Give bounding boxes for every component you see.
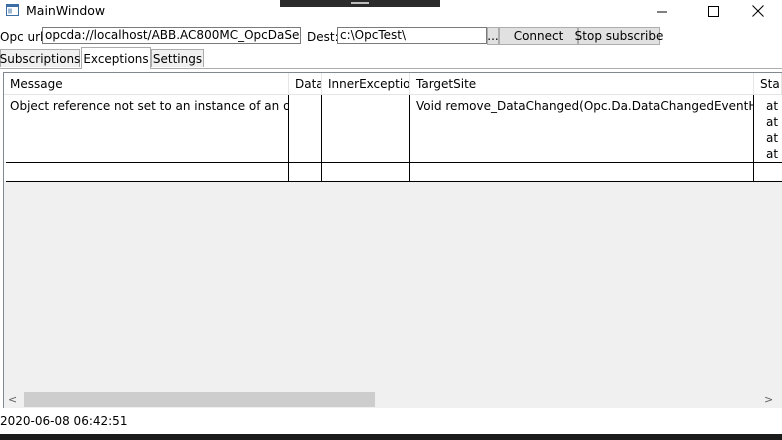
cell-stack-trace-line: at — [766, 115, 779, 129]
cell-stack-trace[interactable] — [754, 163, 782, 181]
dest-input[interactable]: c:\OpcTest\ — [337, 27, 487, 44]
scroll-left-arrow-icon[interactable]: < — [8, 393, 17, 406]
stop-subscribe-button[interactable]: Stop subscribe — [575, 27, 663, 45]
maximize-icon — [707, 5, 719, 17]
row-divider — [6, 181, 782, 182]
cell-stack-trace-line: at — [766, 99, 779, 113]
connect-button[interactable]: Connect — [499, 27, 578, 45]
scroll-right-arrow-icon[interactable]: > — [764, 393, 773, 406]
window-title: MainWindow — [26, 3, 106, 18]
cell-data[interactable] — [289, 163, 322, 181]
tab-exceptions[interactable]: Exceptions — [81, 47, 151, 69]
cell-inner-exception[interactable] — [322, 163, 410, 181]
status-timestamp: 2020-06-08 06:42:51 — [0, 414, 128, 428]
cell-target-site[interactable]: Void remove_DataChanged(Opc.Da.DataChang… — [410, 95, 754, 162]
overlay-bar — [280, 0, 440, 7]
browse-button[interactable]: ... — [487, 27, 499, 45]
cell-data[interactable] — [289, 95, 322, 162]
close-button[interactable] — [735, 0, 781, 22]
maximize-button[interactable] — [690, 0, 736, 22]
tab-subscriptions[interactable]: Subscriptions — [0, 49, 80, 67]
column-header-message[interactable]: Message — [4, 73, 289, 95]
cell-message[interactable] — [4, 163, 289, 181]
minimize-icon — [656, 11, 667, 12]
cell-stack-trace-line: at — [766, 131, 779, 145]
column-header-target-site[interactable]: TargetSite — [410, 73, 754, 95]
column-header-inner-exception[interactable]: InnerException — [322, 73, 410, 95]
app-icon — [6, 4, 19, 16]
cell-stack-trace-line: at — [766, 147, 779, 161]
column-header-stack-trace[interactable]: Sta — [754, 73, 782, 95]
column-header-data[interactable]: Data — [289, 73, 322, 95]
opc-url-input[interactable]: opcda://localhost/ABB.AC800MC_OpcDaServe… — [42, 27, 301, 44]
cell-target-site[interactable] — [410, 163, 754, 181]
minimize-button[interactable] — [639, 0, 685, 22]
dest-label: Dest: — [307, 30, 339, 44]
close-icon — [752, 5, 764, 17]
taskbar-strip — [0, 434, 782, 440]
scrollbar-thumb[interactable] — [24, 392, 375, 407]
tab-settings[interactable]: Settings — [151, 49, 204, 67]
cell-message[interactable]: Object reference not set to an instance … — [4, 95, 289, 162]
cell-inner-exception[interactable] — [322, 95, 410, 162]
opc-url-label: Opc url: — [0, 30, 48, 44]
